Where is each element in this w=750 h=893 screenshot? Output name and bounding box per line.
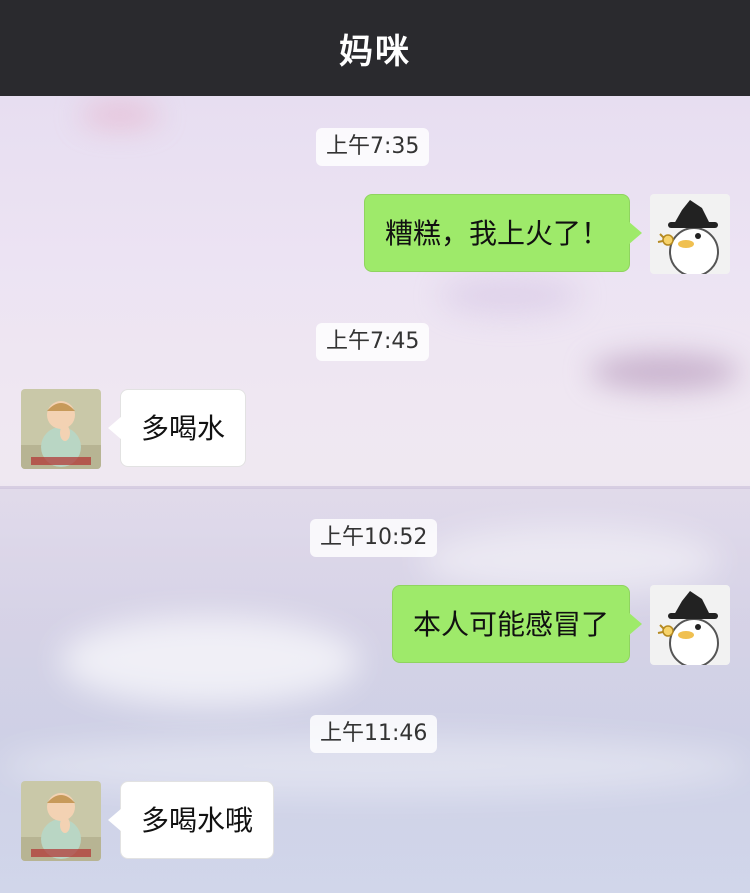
message-text: 糟糕，我上火了！ [384, 217, 609, 250]
chat-area[interactable]: 上午7:35 糟糕，我上火了！ 上午7:45 多喝水 上午10:52 本人可能感… [0, 96, 750, 893]
background-cloud [590, 354, 740, 390]
mom-avatar-icon[interactable] [21, 781, 101, 861]
background-horizon [0, 486, 750, 489]
chat-header: 妈咪 [0, 0, 750, 96]
outgoing-message-bubble[interactable]: 糟糕，我上火了！ [363, 194, 643, 272]
my-avatar-icon[interactable] [650, 585, 730, 665]
background-cloud [80, 102, 160, 128]
incoming-message-bubble[interactable]: 多喝水 [107, 389, 247, 467]
outgoing-message-bubble[interactable]: 本人可能感冒了 [391, 585, 643, 663]
message-text: 本人可能感冒了 [412, 608, 609, 641]
message-text: 多喝水 [141, 412, 226, 445]
message-timestamp: 上午10:52 [310, 519, 438, 557]
incoming-message-bubble[interactable]: 多喝水哦 [107, 781, 275, 859]
my-avatar-icon[interactable] [650, 194, 730, 274]
message-timestamp: 上午11:46 [310, 715, 438, 753]
mom-avatar-icon[interactable] [21, 389, 101, 469]
background-wave [60, 616, 360, 706]
background-cloud [440, 276, 580, 316]
message-timestamp: 上午7:35 [316, 128, 430, 166]
message-text: 多喝水哦 [141, 804, 254, 837]
message-timestamp: 上午7:45 [316, 323, 430, 361]
chat-title: 妈咪 [339, 31, 411, 72]
